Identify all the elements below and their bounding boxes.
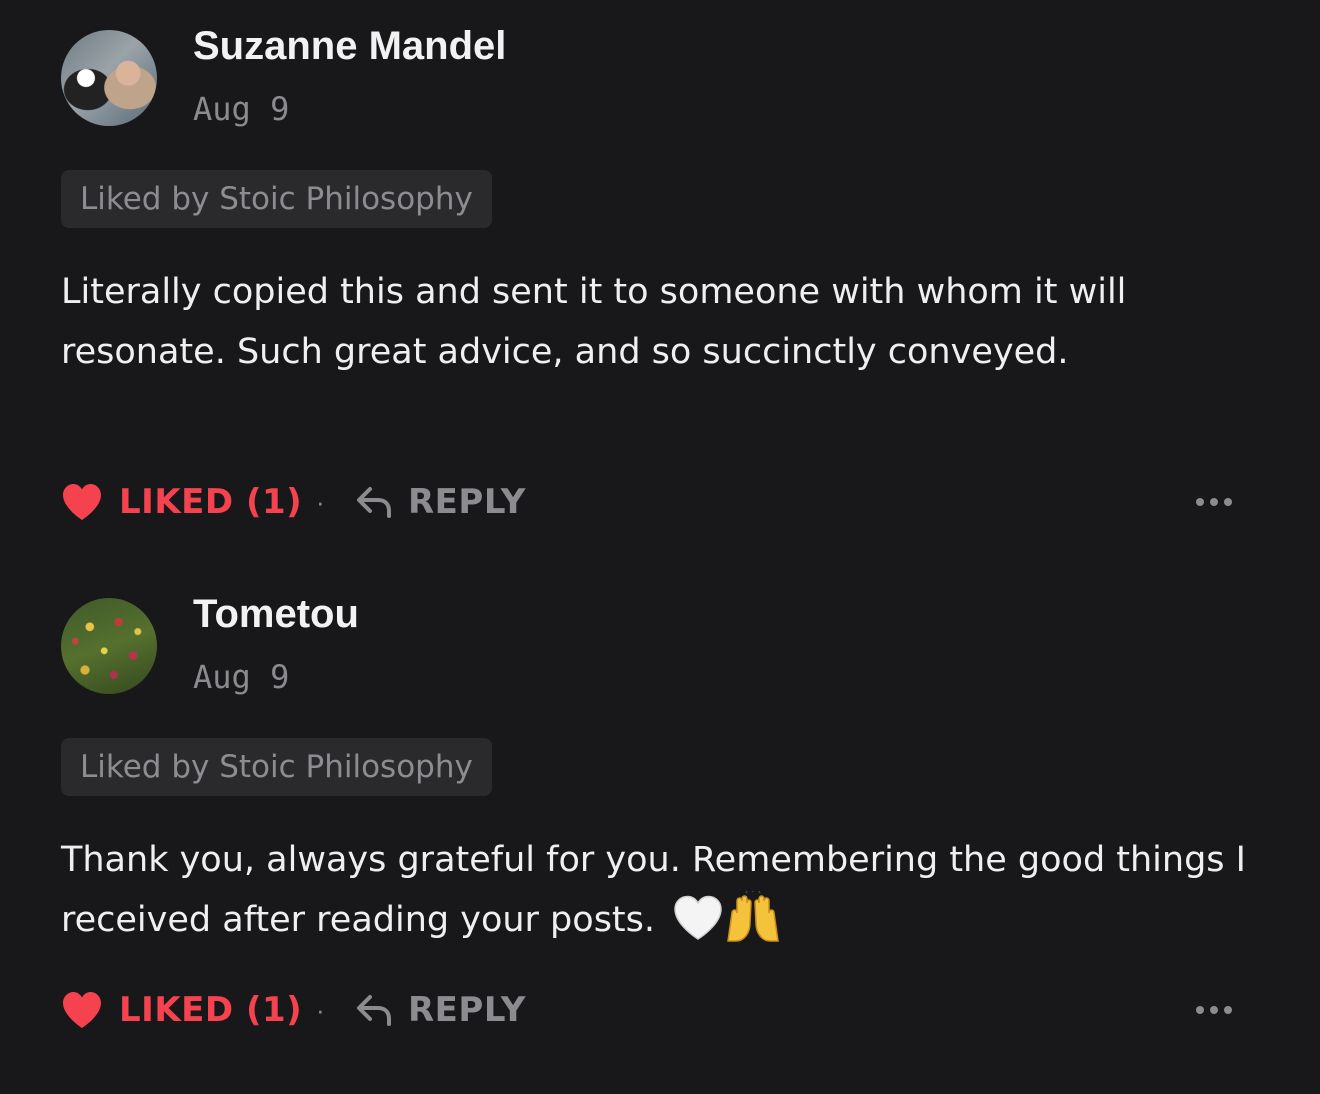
ellipsis-icon[interactable] [1194,488,1234,516]
reply-arrow-icon [357,995,391,1026]
comment-body: Literally copied this and sent it to som… [61,272,1127,372]
like-label: LIKED (1) [119,990,303,1030]
liked-by-badge: Liked by Stoic Philosophy [61,738,492,796]
comment-body-container: Thank you, always grateful for you. Reme… [61,830,1261,950]
separator-dot: · [316,995,325,1025]
like-label: LIKED (1) [119,482,303,522]
like-button[interactable]: LIKED (1) [61,982,302,1038]
reply-button[interactable]: REPLY [356,474,526,530]
heart-icon [63,992,101,1028]
raised-hands-emoji-icon [727,891,780,942]
avatar[interactable] [61,30,157,126]
liked-by-badge: Liked by Stoic Philosophy [61,170,492,228]
comment-author[interactable]: Tometou [193,592,359,637]
comment-body: Thank you, always grateful for you. Reme… [61,840,1246,940]
reply-label: REPLY [408,990,526,1030]
separator-dot: · [316,487,325,517]
like-button[interactable]: LIKED (1) [61,474,302,530]
reply-arrow-icon [357,487,391,518]
avatar[interactable] [61,598,157,694]
comment-actions: LIKED (1) · REPLY [61,982,1261,1038]
comment-date[interactable]: Aug 9 [193,90,289,128]
comment-date[interactable]: Aug 9 [193,658,289,696]
comment-author[interactable]: Suzanne Mandel [193,24,506,69]
ellipsis-icon[interactable] [1194,996,1234,1024]
white-heart-emoji-icon [674,895,722,940]
comment-actions: LIKED (1) · REPLY [61,474,1261,530]
reply-label: REPLY [408,482,526,522]
heart-icon [63,484,101,520]
reply-button[interactable]: REPLY [356,982,526,1038]
